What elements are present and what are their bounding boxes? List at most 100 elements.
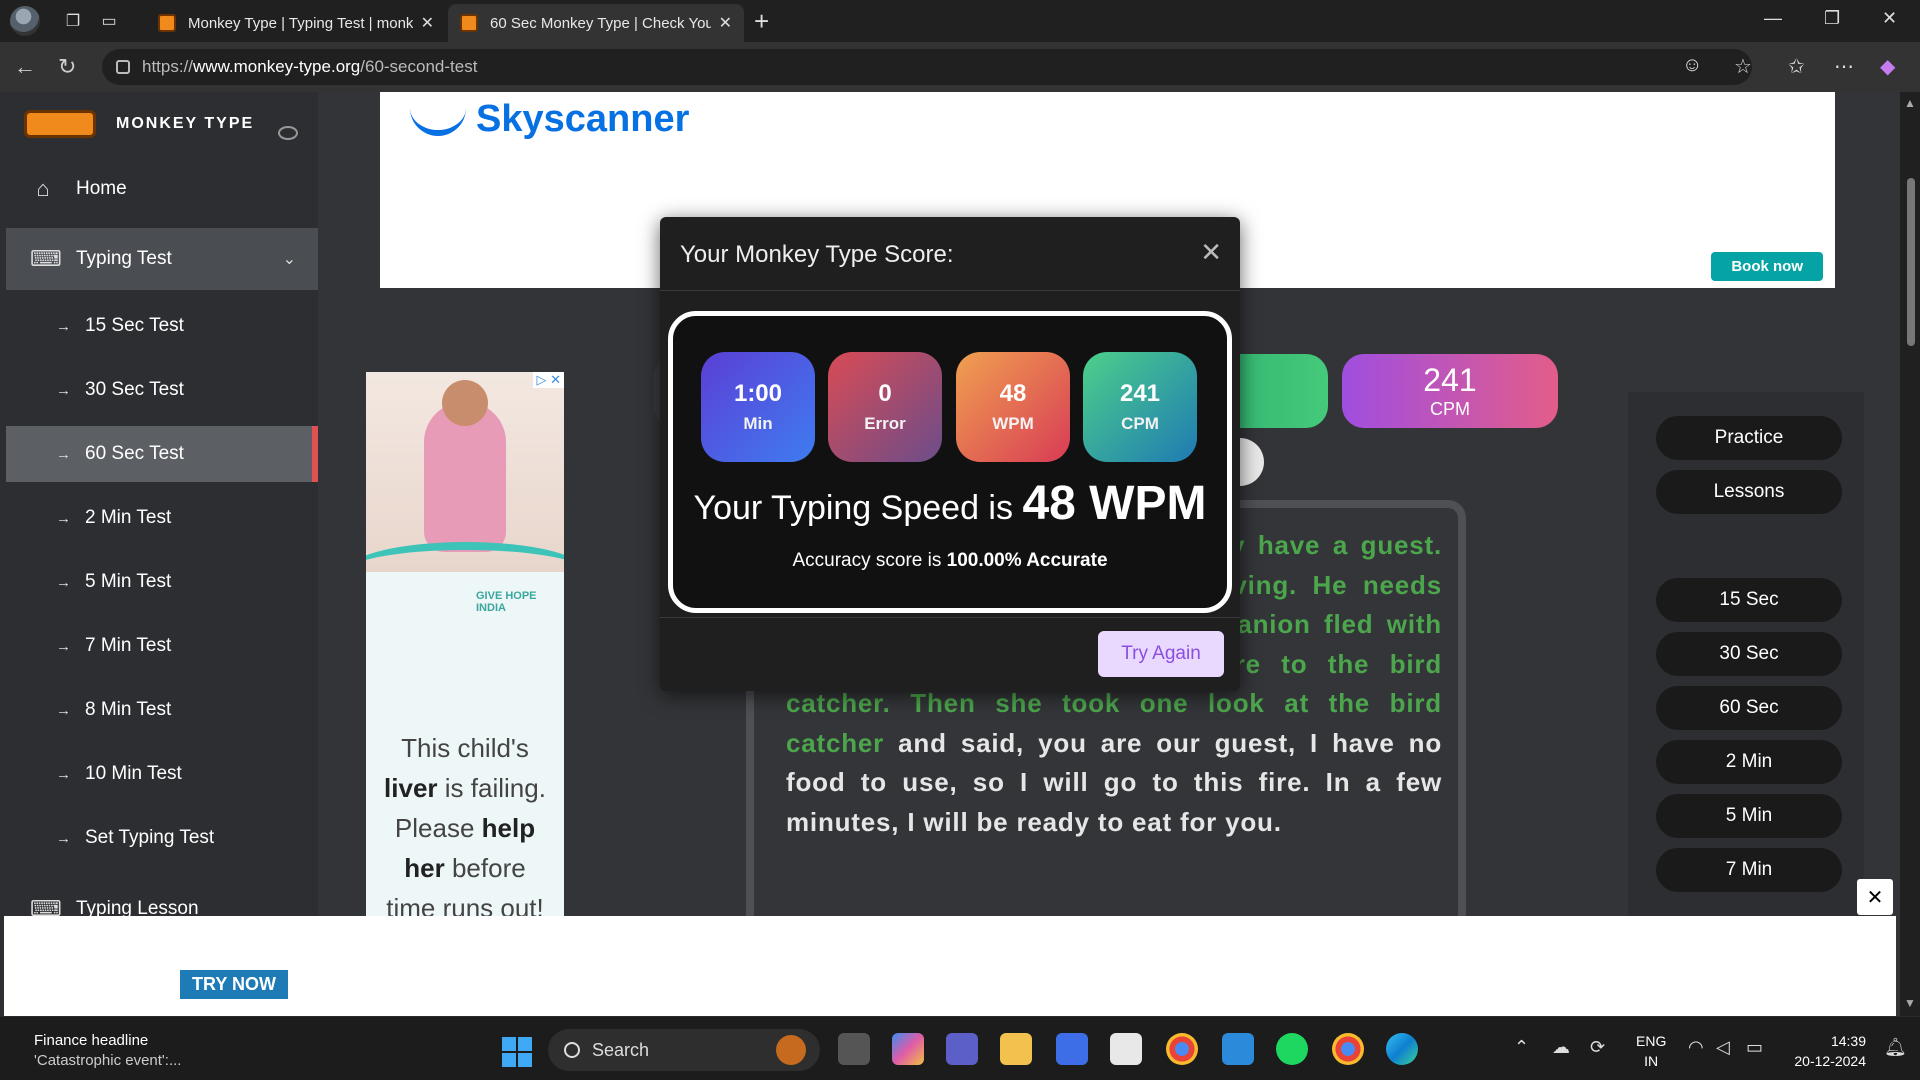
volume-icon[interactable]: ◁: [1716, 1037, 1730, 1058]
notification-bell-icon[interactable]: 🔔︎: [1884, 1037, 1907, 1058]
reader-mode-icon[interactable]: ☺: [1682, 54, 1702, 77]
edge-icon[interactable]: [1386, 1033, 1418, 1065]
page-scrollbar[interactable]: ▲ ▼: [1900, 92, 1920, 1016]
clock-time: 14:39: [1830, 1033, 1866, 1049]
chrome-profile-icon[interactable]: [1332, 1033, 1364, 1065]
duration-7-min-button[interactable]: 7 Min: [1656, 848, 1842, 892]
news-widget[interactable]: Finance headline 'Catastrophic event':..…: [34, 1031, 181, 1071]
scrollbar-thumb[interactable]: [1907, 178, 1915, 346]
sidebar-item-60-sec[interactable]: → 60 Sec Test: [6, 426, 318, 482]
arrow-right-icon: →: [56, 637, 71, 655]
store-icon[interactable]: [1110, 1033, 1142, 1065]
teams-icon[interactable]: [946, 1033, 978, 1065]
close-tab-icon[interactable]: ✕: [421, 13, 434, 33]
windows-start-icon[interactable]: [502, 1037, 532, 1067]
sync-icon[interactable]: ⟳: [1590, 1037, 1605, 1058]
sidebar-item-30-sec[interactable]: → 30 Sec Test: [6, 362, 318, 418]
duration-5-min-button[interactable]: 5 Min: [1656, 794, 1842, 838]
duration-60-sec-button[interactable]: 60 Sec: [1656, 686, 1842, 730]
accuracy-prefix: Accuracy score is: [792, 550, 947, 571]
wifi-icon[interactable]: ◠: [1688, 1037, 1704, 1058]
try-again-button[interactable]: Try Again: [1098, 631, 1224, 677]
favorites-icon[interactable]: ✩: [1788, 54, 1805, 79]
practice-button[interactable]: Practice: [1656, 416, 1842, 460]
cpm-tile: 241 CPM: [1083, 352, 1197, 462]
tile-value: 0: [878, 380, 892, 407]
refresh-icon[interactable]: ↻: [58, 54, 76, 80]
close-tab-icon[interactable]: ✕: [719, 13, 732, 33]
vertical-tabs-icon[interactable]: ▭: [98, 10, 120, 32]
eye-toggle-icon[interactable]: [278, 126, 298, 140]
clock[interactable]: 14:39 20-12-2024: [1786, 1031, 1866, 1071]
bottom-banner-ad[interactable]: TRY NOW: [4, 916, 1896, 1016]
sidebar-item-10-min[interactable]: → 10 Min Test: [6, 746, 318, 802]
arrow-right-icon: →: [56, 765, 71, 783]
duration-15-sec-button[interactable]: 15 Sec: [1656, 578, 1842, 622]
browser-tab[interactable]: Monkey Type | Typing Test | monk ✕: [146, 4, 446, 42]
close-window-icon[interactable]: ✕: [1882, 8, 1897, 29]
sidebar-item-15-sec[interactable]: → 15 Sec Test: [6, 298, 318, 354]
adchoices-icon[interactable]: ▷ ✕: [533, 372, 564, 388]
sidebar-item-7-min[interactable]: → 7 Min Test: [6, 618, 318, 674]
close-icon[interactable]: ✕: [1200, 237, 1222, 268]
vscode-icon[interactable]: [1222, 1033, 1254, 1065]
sidebar-item-home[interactable]: ⌂ Home: [6, 158, 318, 220]
tile-label: Error: [864, 414, 906, 433]
wpm-tile: 48 WPM: [956, 352, 1070, 462]
cpm-stat-pill: 241 CPM: [1342, 354, 1558, 428]
profile-avatar[interactable]: [10, 6, 40, 36]
arrow-right-icon: →: [56, 381, 71, 399]
monkey-type-favicon-icon: [460, 14, 478, 32]
brand[interactable]: MONKEY TYPE: [24, 110, 254, 138]
sidebar-item-label: 5 Min Test: [85, 571, 172, 592]
duration-30-sec-button[interactable]: 30 Sec: [1656, 632, 1842, 676]
sidebar-item-2-min[interactable]: → 2 Min Test: [6, 490, 318, 546]
sidebar: MONKEY TYPE ⌂ Home ⌨ Typing Test ⌄ → 15 S…: [0, 92, 318, 1016]
duration-2-min-button[interactable]: 2 Min: [1656, 740, 1842, 784]
tab-title: Monkey Type | Typing Test | monk: [188, 14, 413, 32]
browser-tab-active[interactable]: 60 Sec Monkey Type | Check Your ✕: [448, 4, 744, 42]
scroll-up-icon[interactable]: ▲: [1904, 96, 1916, 110]
more-options-icon[interactable]: ⋯: [1834, 54, 1854, 79]
workspaces-icon[interactable]: ❐: [62, 10, 84, 32]
minimize-icon[interactable]: —: [1764, 8, 1782, 29]
ad-org-name: GIVE HOPE INDIA: [476, 590, 537, 614]
cpm-value: 241: [1423, 362, 1477, 398]
back-icon[interactable]: ←: [14, 54, 36, 80]
restore-icon[interactable]: ❐: [1824, 8, 1840, 29]
chrome-icon[interactable]: [1166, 1033, 1198, 1065]
search-highlight-icon: [776, 1035, 806, 1065]
scroll-down-icon[interactable]: ▼: [1904, 996, 1916, 1010]
sidebar-item-set-test[interactable]: → Set Typing Test: [6, 810, 318, 866]
favorite-star-icon[interactable]: ☆: [1734, 54, 1752, 79]
editor-app-icon[interactable]: [1056, 1033, 1088, 1065]
task-view-icon[interactable]: [838, 1033, 870, 1065]
news-subtitle: 'Catastrophic event':...: [34, 1052, 182, 1069]
spotify-icon[interactable]: [1276, 1033, 1308, 1065]
show-hidden-icons-icon[interactable]: ⌃: [1514, 1037, 1529, 1058]
url-field[interactable]: https://www.monkey-type.org/60-second-te…: [102, 49, 1752, 85]
sidebar-group-typing-test[interactable]: ⌨ Typing Test ⌄: [6, 228, 318, 290]
url-path: /60-second-test: [360, 57, 478, 76]
lang-primary: ENG: [1636, 1033, 1667, 1049]
ad-text: before: [444, 853, 526, 883]
copilot-app-icon[interactable]: [892, 1033, 924, 1065]
file-explorer-icon[interactable]: [1000, 1033, 1032, 1065]
ad-photo: [366, 372, 564, 572]
book-now-button[interactable]: Book now: [1711, 252, 1823, 281]
chevron-down-icon: ⌄: [282, 251, 296, 268]
lessons-button[interactable]: Lessons: [1656, 470, 1842, 514]
try-now-button[interactable]: TRY NOW: [180, 970, 288, 999]
arrow-right-icon: →: [56, 317, 71, 335]
onedrive-icon[interactable]: ☁: [1552, 1037, 1570, 1058]
close-ad-icon[interactable]: ✕: [1857, 879, 1893, 915]
battery-icon[interactable]: ▭: [1746, 1037, 1763, 1058]
language-indicator[interactable]: ENG IN: [1636, 1031, 1666, 1071]
ad-bold: liver: [384, 773, 438, 803]
sidebar-item-5-min[interactable]: → 5 Min Test: [6, 554, 318, 610]
new-tab-icon[interactable]: +: [754, 6, 769, 37]
modal-title: Your Monkey Type Score:: [680, 241, 954, 268]
taskbar-search[interactable]: Search: [548, 1029, 820, 1071]
sidebar-item-8-min[interactable]: → 8 Min Test: [6, 682, 318, 738]
copilot-icon[interactable]: ◆: [1880, 54, 1895, 79]
